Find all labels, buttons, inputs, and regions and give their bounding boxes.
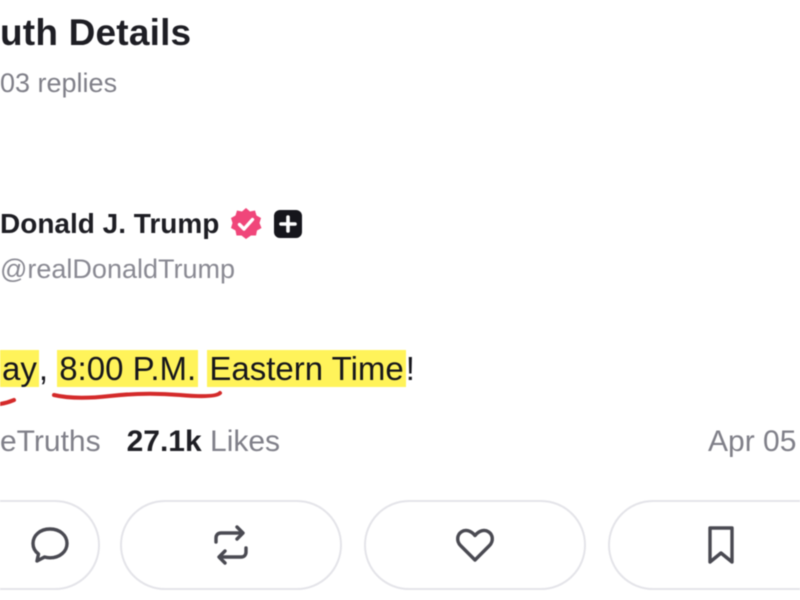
verified-badge-icon: [231, 208, 262, 239]
author-name[interactable]: Donald J. Trump: [0, 208, 219, 240]
retruths-label[interactable]: eTruths: [0, 425, 101, 458]
reply-count[interactable]: 03 replies: [0, 68, 117, 99]
post-stats: eTruths 27.1k Likes: [0, 425, 280, 459]
author-handle[interactable]: @realDonaldTrump: [0, 254, 235, 285]
page-title: uth Details: [0, 12, 192, 53]
bookmark-icon: [708, 526, 734, 564]
red-underline-annotation: [0, 391, 222, 406]
retruth-icon: [214, 525, 248, 565]
reply-icon: [31, 527, 69, 563]
likes-label[interactable]: Likes: [210, 425, 280, 458]
post-date: Apr 05: [708, 425, 797, 458]
like-button[interactable]: [364, 500, 586, 590]
bookmark-button[interactable]: [608, 500, 800, 590]
plus-badge-icon: [274, 210, 303, 238]
post-text-end: !: [405, 350, 415, 387]
heart-icon: [456, 528, 494, 562]
author-row[interactable]: Donald J. Trump: [0, 204, 303, 244]
reply-button[interactable]: [0, 500, 100, 590]
truth-details-page: uth Details 03 replies Donald J. Trump @…: [0, 0, 800, 600]
retruth-button[interactable]: [120, 500, 342, 590]
likes-count[interactable]: 27.1k: [127, 425, 202, 458]
